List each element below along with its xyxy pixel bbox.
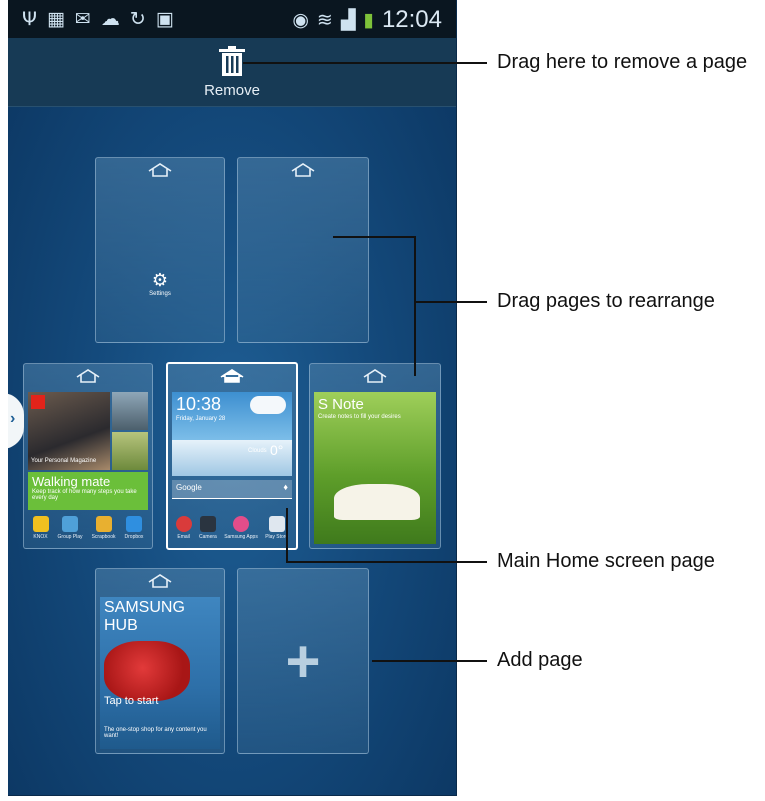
- phone-screen: Ψ ▦ ✉ ☁ ↻ ▣ ◉ ≋ ▟ ▮ 12:04 Remove ⚙ Setti…: [8, 0, 457, 796]
- app-label: Dropbox: [124, 534, 144, 540]
- app-camera[interactable]: Camera: [199, 516, 217, 540]
- samsung-hub-title-1: SAMSUNG: [104, 599, 185, 616]
- app-label: Email: [177, 534, 190, 540]
- leader-rearrange-top: [333, 236, 416, 238]
- app-knox[interactable]: KNOX: [32, 516, 49, 540]
- app-label: Samsung Apps: [224, 534, 258, 540]
- widget-date: Friday, January 28: [176, 416, 226, 422]
- mail-icon: ✉: [74, 8, 91, 30]
- leader-rearrange-h: [415, 301, 487, 303]
- page-main-home[interactable]: 10:38 Friday, January 28 Clouds 0° Googl…: [166, 362, 298, 550]
- eye-icon: ◉: [292, 9, 309, 31]
- page-empty[interactable]: [237, 157, 369, 343]
- friends-tile: [112, 432, 148, 470]
- wifi-icon: ≋: [316, 9, 333, 31]
- cloud-upload-icon: ☁: [100, 8, 120, 30]
- battery-icon: ▮: [363, 9, 374, 31]
- news-tile: [112, 392, 148, 430]
- usb-icon: Ψ: [22, 8, 37, 30]
- leader-main-h: [287, 561, 487, 563]
- snote-title: S Note: [318, 396, 364, 413]
- walking-mate-text: Keep track of how many steps you take ev…: [32, 489, 137, 501]
- leader-remove: [243, 62, 487, 64]
- flipboard-icon: [31, 395, 45, 409]
- gift-bow-image: [104, 641, 190, 701]
- callout-rearrange: Drag pages to rearrange: [497, 290, 715, 312]
- callout-remove: Drag here to remove a page: [497, 51, 748, 73]
- tap-to-start[interactable]: Tap to start: [104, 695, 158, 707]
- leader-main-v: [286, 508, 288, 563]
- shopping-bag-icon: ▣: [155, 8, 174, 30]
- callout-main-home: Main Home screen page: [497, 550, 715, 572]
- scroll-left-handle[interactable]: ›: [8, 393, 24, 449]
- home-icon: [148, 574, 172, 588]
- weather-widget[interactable]: 10:38 Friday, January 28 Clouds 0°: [172, 392, 292, 476]
- status-clock: 12:04: [381, 6, 442, 33]
- app-label: Group Play: [57, 534, 83, 540]
- cloud-icon: [250, 396, 286, 414]
- app-group-play[interactable]: Group Play: [58, 516, 83, 540]
- app-label: Camera: [199, 534, 217, 540]
- widget-temp: 0°: [270, 442, 284, 458]
- google-label: Google: [176, 483, 202, 492]
- main-home-screenshot: 10:38 Friday, January 28 Clouds 0° Googl…: [172, 392, 292, 544]
- magazine-screenshot: Your Personal Magazine Walking mate Keep…: [28, 392, 148, 544]
- page-magazine[interactable]: Your Personal Magazine Walking mate Keep…: [23, 363, 153, 549]
- app-label: Scrapbook: [91, 534, 116, 540]
- app-label: KNOX: [33, 534, 48, 540]
- plus-icon: +: [285, 628, 321, 695]
- settings-label: Settings: [149, 291, 171, 297]
- samsung-hub-description: The one-stop shop for any content you wa…: [104, 727, 207, 739]
- app-email[interactable]: Email: [175, 516, 192, 540]
- sim-icon: ▦: [46, 8, 65, 30]
- home-icon: [363, 369, 387, 383]
- home-icon: [76, 369, 100, 383]
- mic-icon: ♦: [283, 482, 288, 492]
- widget-time: 10:38: [176, 394, 222, 414]
- settings-widget[interactable]: ⚙ Settings: [96, 270, 224, 297]
- system-icons: ◉ ≋ ▟ ▮ 12:04: [292, 6, 442, 34]
- walking-mate-title: Walking mate: [32, 474, 111, 489]
- notification-icons: Ψ ▦ ✉ ☁ ↻ ▣: [22, 8, 174, 30]
- status-bar: Ψ ▦ ✉ ☁ ↻ ▣ ◉ ≋ ▟ ▮ 12:04: [8, 0, 456, 38]
- remove-drop-zone[interactable]: Remove: [8, 38, 456, 107]
- home-icon: [220, 369, 244, 383]
- remove-label: Remove: [204, 82, 260, 99]
- leader-rearrange-v: [414, 236, 416, 376]
- leader-add: [372, 660, 487, 662]
- signal-icon: ▟: [340, 9, 356, 31]
- notebook-image: [334, 484, 420, 520]
- gear-icon: ⚙: [151, 270, 169, 291]
- magazine-caption: Your Personal Magazine: [31, 458, 97, 464]
- chevron-right-icon: ›: [10, 410, 16, 427]
- app-dropbox[interactable]: Dropbox: [124, 516, 144, 540]
- app-dock: KNOX Group Play Scrapbook Dropbox: [28, 516, 148, 540]
- snote-screenshot: S Note Create notes to fill your desires: [314, 392, 436, 544]
- page-snote[interactable]: S Note Create notes to fill your desires: [309, 363, 441, 549]
- snote-subtitle: Create notes to fill your desires: [318, 414, 401, 420]
- samsung-hub-screenshot: SAMSUNG HUB Tap to start The one-stop sh…: [100, 597, 220, 749]
- walking-mate-widget[interactable]: Walking mate Keep track of how many step…: [28, 472, 148, 510]
- callout-add-page: Add page: [497, 649, 583, 671]
- app-dock: Email Camera Samsung Apps Play Store: [172, 516, 292, 540]
- app-samsung-apps[interactable]: Samsung Apps: [224, 516, 258, 540]
- add-page-button[interactable]: +: [237, 568, 369, 754]
- samsung-hub-title: SAMSUNG HUB: [104, 599, 185, 635]
- app-scrapbook[interactable]: Scrapbook: [92, 516, 116, 540]
- home-icon: [148, 163, 172, 177]
- app-label: Play Store: [265, 534, 289, 540]
- samsung-hub-title-2: HUB: [104, 617, 138, 634]
- google-search-bar[interactable]: Google ♦: [172, 480, 292, 499]
- app-play-store[interactable]: Play Store: [265, 516, 288, 540]
- trash-icon: [219, 46, 245, 76]
- page-samsung-hub[interactable]: SAMSUNG HUB Tap to start The one-stop sh…: [95, 568, 225, 754]
- sync-icon: ↻: [129, 8, 146, 30]
- page-settings[interactable]: ⚙ Settings: [95, 157, 225, 343]
- widget-weather: Clouds: [248, 448, 267, 454]
- home-icon: [291, 163, 315, 177]
